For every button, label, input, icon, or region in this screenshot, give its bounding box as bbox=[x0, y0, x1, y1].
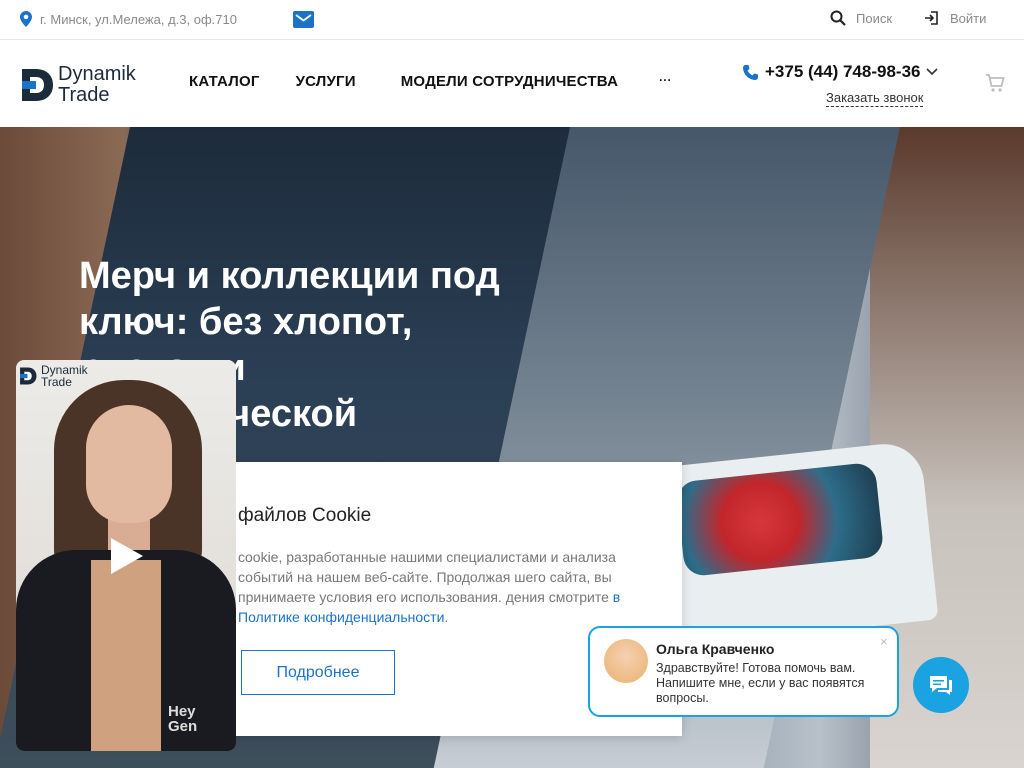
phone-icon bbox=[743, 64, 758, 80]
phone-text: +375 (44) 748-98-36 bbox=[765, 62, 921, 81]
cookie-title: файлов Cookie bbox=[238, 505, 372, 526]
logo-mark-icon bbox=[20, 367, 37, 385]
logo-mark-icon bbox=[22, 69, 53, 101]
location-pin-icon bbox=[20, 11, 32, 27]
presenter-top bbox=[91, 560, 161, 751]
nav-item-catalog[interactable]: КАТАЛОГ bbox=[189, 73, 260, 90]
cart-icon[interactable] bbox=[985, 73, 1005, 98]
address[interactable]: г. Минск, ул.Мележа, д.3, оф.710 bbox=[20, 11, 237, 27]
login-link[interactable]: Войти bbox=[924, 10, 986, 26]
top-bar: г. Минск, ул.Мележа, д.3, оф.710 Поиск В… bbox=[0, 0, 1024, 40]
agent-avatar bbox=[604, 639, 648, 683]
chat-open-button[interactable] bbox=[913, 657, 969, 713]
cookie-details-button[interactable]: Подробнее bbox=[241, 650, 395, 695]
logo-line2: Trade bbox=[58, 84, 110, 106]
play-icon[interactable] bbox=[111, 538, 143, 574]
cookie-text-body: cookie, разработанные нашими специалиста… bbox=[238, 549, 616, 605]
cookie-text-end: . bbox=[444, 609, 449, 625]
callback-link[interactable]: Заказать звонок bbox=[826, 90, 924, 107]
close-icon[interactable]: × bbox=[880, 634, 888, 649]
search-link[interactable]: Поиск bbox=[830, 10, 892, 26]
chat-popup[interactable]: Ольга Кравченко Здравствуйте! Готова пом… bbox=[588, 626, 899, 717]
chevron-down-icon[interactable] bbox=[926, 68, 939, 76]
phone-number[interactable]: +375 (44) 748-98-36 bbox=[742, 62, 939, 82]
heygen-line1: Hey bbox=[168, 703, 196, 720]
search-icon bbox=[830, 10, 846, 26]
address-text: г. Минск, ул.Мележа, д.3, оф.710 bbox=[40, 11, 237, 27]
login-icon bbox=[925, 11, 938, 25]
login-label: Войти bbox=[950, 10, 987, 26]
search-label: Поиск bbox=[856, 10, 893, 26]
nav-item-services[interactable]: УСЛУГИ bbox=[296, 73, 356, 90]
nav-item-cooperation[interactable]: МОДЕЛИ СОТРУДНИЧЕСТВА bbox=[401, 73, 618, 90]
presenter-face bbox=[86, 405, 172, 523]
heygen-watermark: Hey Gen bbox=[168, 704, 197, 734]
main-nav: КАТАЛОГ УСЛУГИ МОДЕЛИ СОТРУДНИЧЕСТВА ··· bbox=[189, 73, 672, 90]
nav-item-more[interactable]: ··· bbox=[659, 73, 672, 90]
mail-icon[interactable] bbox=[293, 11, 314, 28]
video-logo-line2: Trade bbox=[41, 375, 72, 389]
video-logo: Dynamik Trade bbox=[19, 364, 88, 388]
agent-name: Ольга Кравченко bbox=[656, 641, 775, 657]
logo-line1: Dynamik bbox=[58, 63, 136, 85]
chat-bubble-icon bbox=[930, 676, 952, 695]
heygen-line2: Gen bbox=[168, 718, 198, 735]
cookie-text: cookie, разработанные нашими специалиста… bbox=[238, 547, 648, 627]
main-header: Dynamik Trade КАТАЛОГ УСЛУГИ МОДЕЛИ СОТР… bbox=[0, 41, 1024, 127]
video-widget[interactable]: Dynamik Trade Hey Gen bbox=[16, 360, 236, 751]
site-logo[interactable]: Dynamik Trade bbox=[20, 64, 136, 106]
chat-message: Здравствуйте! Готова помочь вам. Напишит… bbox=[656, 661, 865, 705]
